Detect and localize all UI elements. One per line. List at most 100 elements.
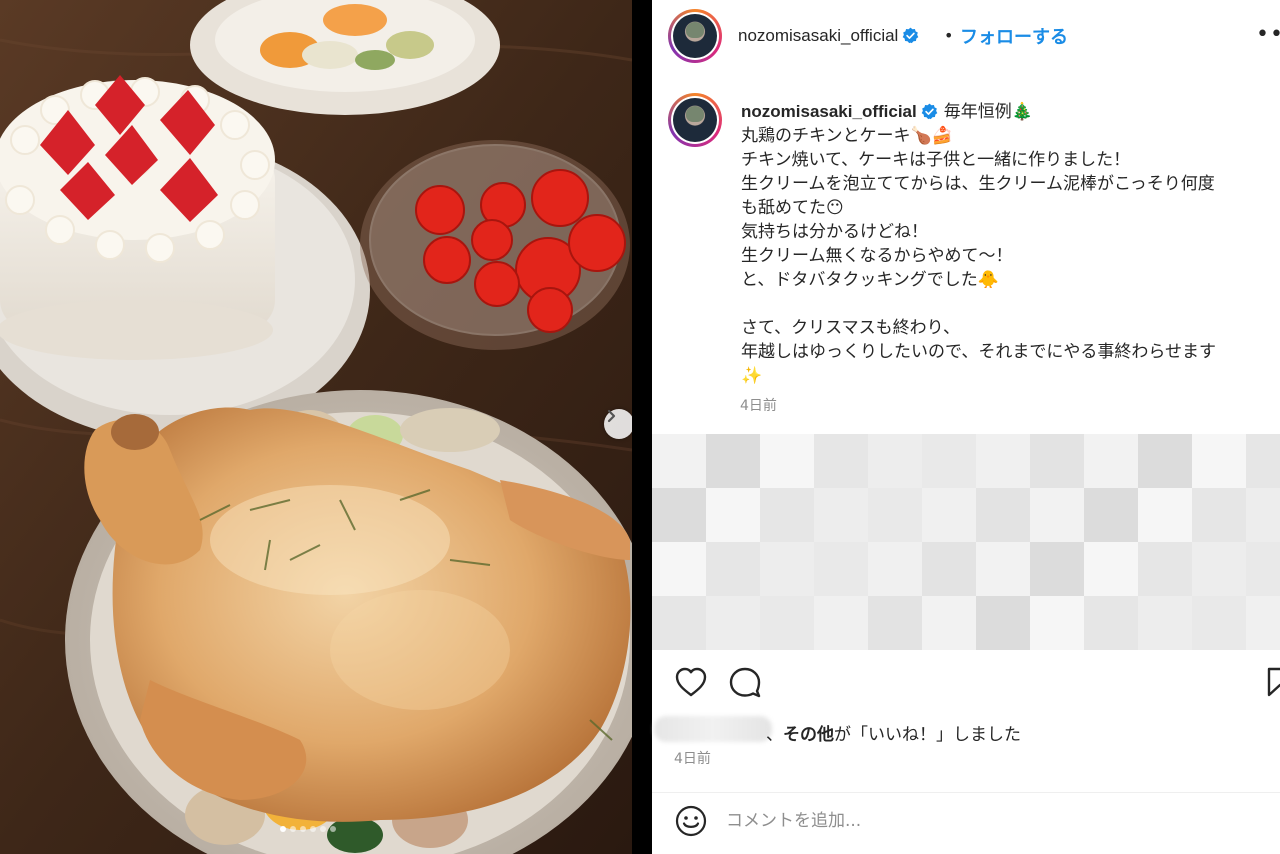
- likes-summary[interactable]: 、その他が「いいね！」しました: [766, 720, 1021, 745]
- blur-block: [652, 596, 706, 650]
- blur-block: [760, 542, 814, 596]
- blur-block: [706, 596, 760, 650]
- blur-block: [652, 488, 706, 542]
- blur-block: [814, 434, 868, 488]
- blur-block: [868, 434, 922, 488]
- blur-block: [1030, 434, 1084, 488]
- blur-block: [1138, 596, 1192, 650]
- caption-line: 年越しはゆっくりしたいので、それまでにやる事終わらせます: [741, 342, 1216, 362]
- chevron-right-icon: [607, 409, 616, 423]
- blur-block: [976, 434, 1030, 488]
- panel-divider: [632, 0, 652, 854]
- comment-input[interactable]: [726, 807, 1226, 835]
- blur-block: [706, 434, 760, 488]
- blur-block: [922, 542, 976, 596]
- blur-block: [976, 542, 1030, 596]
- blur-block: [760, 434, 814, 488]
- blur-block: [1084, 488, 1138, 542]
- blur-block: [760, 488, 814, 542]
- blur-block: [814, 542, 868, 596]
- blur-block: [652, 434, 706, 488]
- blur-block: [1192, 542, 1246, 596]
- caption-username-text[interactable]: nozomisasaki_official: [741, 102, 917, 121]
- caption-line: 生クリーム無くなるからやめて〜！: [741, 246, 1013, 266]
- comment-icon[interactable]: [728, 666, 762, 698]
- blur-block: [760, 596, 814, 650]
- carousel-dot: [300, 826, 306, 832]
- liked-by-user-blurred: [654, 716, 772, 742]
- blur-block: [706, 542, 760, 596]
- emoji-icon[interactable]: [674, 804, 708, 838]
- caption-line: 丸鶏のチキンとケーキ🍗🍰: [741, 126, 953, 146]
- post-panel: nozomisasaki_official • フォローする ••• nozom…: [652, 0, 1280, 854]
- blur-block: [1192, 488, 1246, 542]
- blur-block: [1084, 596, 1138, 650]
- header-username-text[interactable]: nozomisasaki_official: [738, 26, 898, 45]
- caption-avatar[interactable]: [668, 93, 722, 147]
- blur-block: [1030, 596, 1084, 650]
- blur-block: [814, 596, 868, 650]
- caption-line: 気持ちは分かるけどね！: [741, 222, 928, 242]
- verified-badge-icon: [903, 27, 919, 44]
- carousel-next-button[interactable]: [604, 409, 632, 439]
- blur-block: [1084, 542, 1138, 596]
- carousel-dot: [280, 826, 286, 832]
- carousel-dot: [330, 826, 336, 832]
- post-photo: [0, 0, 632, 854]
- blur-block: [976, 596, 1030, 650]
- blur-block: [922, 596, 976, 650]
- caption-line: 生クリームを泡立ててからは、生クリーム泥棒がこっそり何度: [741, 174, 1215, 194]
- blur-block: [1246, 596, 1280, 650]
- carousel-dot: [290, 826, 296, 832]
- likes-others-link[interactable]: その他: [783, 725, 834, 745]
- verified-badge-icon: [921, 103, 938, 120]
- blur-block: [652, 542, 706, 596]
- blur-block: [922, 434, 976, 488]
- blur-block: [1030, 488, 1084, 542]
- blur-block: [1246, 488, 1280, 542]
- caption-line: も舐めてた😶: [741, 198, 844, 218]
- blur-block: [1246, 542, 1280, 596]
- post-timestamp: 4日前: [674, 751, 711, 767]
- blur-block: [868, 488, 922, 542]
- caption-timestamp: 4日前: [740, 398, 777, 414]
- blur-block: [1030, 542, 1084, 596]
- blur-block: [922, 488, 976, 542]
- profile-avatar[interactable]: [668, 9, 722, 63]
- blur-block: [1138, 488, 1192, 542]
- blur-block: [706, 488, 760, 542]
- blur-block: [868, 542, 922, 596]
- heart-icon[interactable]: [674, 666, 708, 698]
- comment-bar: [652, 792, 1280, 854]
- carousel-dot: [320, 826, 326, 832]
- post-caption: nozomisasaki_official 毎年恒例🎄 丸鶏のチキンとケーキ🍗🍰…: [741, 100, 1271, 388]
- caption-line: チキン焼いて、ケーキは子供と一緒に作りました！: [741, 150, 1131, 170]
- likes-separator: 、: [766, 725, 783, 745]
- food-photo-illustration: [0, 0, 632, 854]
- caption-title-emoji: 🎄: [1011, 102, 1033, 122]
- blur-block: [868, 596, 922, 650]
- caption-username[interactable]: nozomisasaki_official: [741, 102, 938, 121]
- blur-block: [1138, 434, 1192, 488]
- blur-block: [1246, 434, 1280, 488]
- bookmark-icon[interactable]: [1266, 666, 1280, 698]
- likes-suffix: が「いいね！」しました: [834, 725, 1021, 745]
- carousel-indicator: [280, 826, 336, 832]
- blur-block: [1192, 596, 1246, 650]
- more-options-button[interactable]: •••: [1256, 22, 1280, 47]
- header-separator: •: [944, 26, 954, 45]
- caption-line: と、ドタバタクッキングでした🐥: [741, 270, 999, 290]
- blur-block: [1138, 542, 1192, 596]
- blurred-comments: [652, 428, 1280, 650]
- blur-block: [1084, 434, 1138, 488]
- caption-line: ✨: [741, 366, 763, 386]
- header-username[interactable]: nozomisasaki_official: [738, 26, 919, 46]
- caption-title: 毎年恒例: [943, 102, 1012, 122]
- blur-block: [1192, 434, 1246, 488]
- caption-line: さて、クリスマスも終わり、: [741, 318, 960, 338]
- carousel-dot: [310, 826, 316, 832]
- blur-block: [976, 488, 1030, 542]
- blur-block: [814, 488, 868, 542]
- caption-body: 丸鶏のチキンとケーキ🍗🍰 チキン焼いて、ケーキは子供と一緒に作りました！ 生クリ…: [741, 126, 1216, 386]
- follow-button[interactable]: フォローする: [960, 23, 1068, 49]
